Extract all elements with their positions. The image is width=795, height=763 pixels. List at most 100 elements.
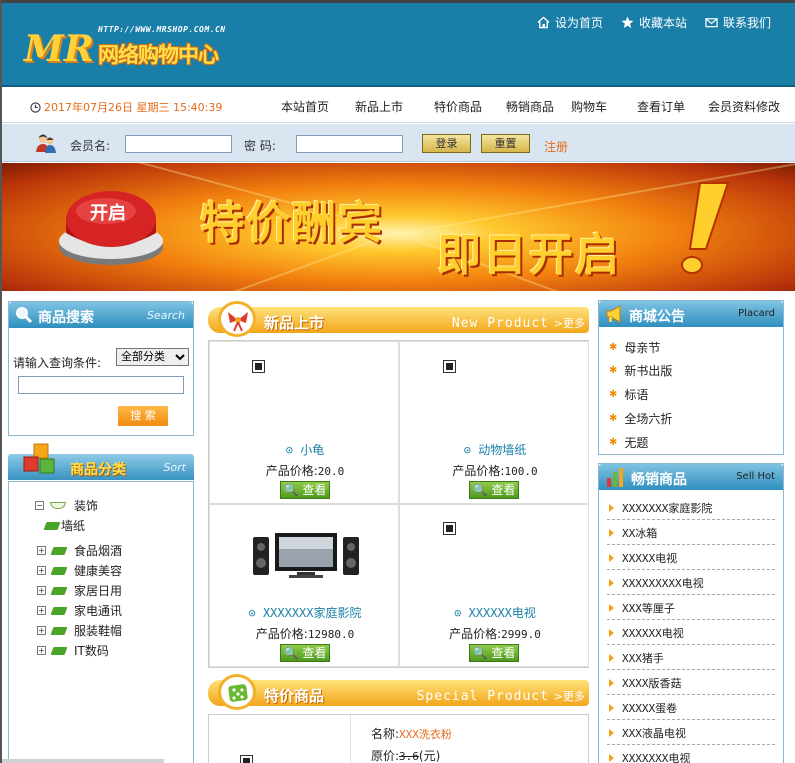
special-more-link[interactable]: >更多 (554, 688, 585, 704)
search-button[interactable]: 搜 索 (118, 406, 168, 426)
search-category-select[interactable]: 全部分类 (116, 348, 189, 366)
hot-item[interactable]: XXXXX蛋卷 (609, 700, 677, 716)
category-item[interactable]: + IT数码 (37, 642, 109, 659)
product-name-link[interactable]: ⊙ XXXXXXX家庭影院 (210, 604, 400, 621)
notice-title: 商城公告 (629, 309, 685, 325)
price-value: 12980.0 (307, 628, 355, 641)
collapse-icon[interactable]: − (35, 501, 44, 510)
hot-item-label: XXXXX电视 (622, 552, 678, 565)
category-label: 家居日用 (74, 584, 123, 598)
contact-link[interactable]: 联系我们 (705, 14, 771, 31)
folder-open-icon (50, 502, 66, 509)
hot-item-label: XXX液晶电视 (622, 727, 686, 740)
notice-item[interactable]: ✱ 全场六折 (609, 410, 672, 427)
hot-item[interactable]: XXXXXXX家庭影院 (609, 500, 712, 516)
view-button[interactable]: 🔍 查看 (280, 644, 330, 662)
nav-member-edit[interactable]: 会员资料修改 (708, 98, 780, 115)
category-label: 家电通讯 (74, 604, 123, 618)
expand-icon[interactable]: + (37, 606, 46, 615)
category-label: 健康美容 (74, 564, 123, 578)
broken-image-icon[interactable] (252, 360, 265, 373)
category-item[interactable]: + 服装鞋帽 (37, 622, 122, 639)
category-label: 食品烟酒 (74, 544, 123, 558)
category-decoration[interactable]: − 装饰 (35, 497, 98, 514)
notice-item[interactable]: ✱ 无题 (609, 434, 648, 451)
nav-orders[interactable]: 查看订单 (637, 98, 685, 115)
password-label: 密 码: (244, 139, 276, 153)
search-title-en: Search (146, 309, 185, 322)
category-label: 墙纸 (61, 519, 86, 533)
hot-item[interactable]: XXXXXX电视 (609, 625, 684, 641)
notice-item[interactable]: ✱ 母亲节 (609, 339, 660, 356)
hot-item[interactable]: XXXX版香菇 (609, 675, 682, 691)
view-button[interactable]: 🔍 查看 (469, 481, 519, 499)
product-price: 产品价格:2999.0 (400, 625, 590, 642)
expand-icon[interactable]: + (37, 546, 46, 555)
dashed-divider (607, 569, 775, 570)
leaf-icon (50, 626, 68, 635)
hot-item[interactable]: XXX猪手 (609, 650, 664, 666)
nav-home[interactable]: 本站首页 (281, 98, 329, 115)
expand-icon[interactable]: + (37, 626, 46, 635)
arrow-bullet-icon (609, 729, 614, 737)
broken-image-icon[interactable] (443, 360, 456, 373)
notice-panel: 商城公告 Placard ✱ 母亲节 ✱ 新书出版 ✱ 标语 ✱ 全场六折 ✱ 无题 (598, 300, 784, 455)
product-name-link[interactable]: ⊙ 动物墙纸 (400, 441, 590, 458)
product-name-link[interactable]: ⊙ 小龟 (210, 441, 400, 458)
nav-hot[interactable]: 畅销商品 (506, 98, 554, 115)
reset-button[interactable]: 重置 (481, 134, 530, 153)
cubes-icon (23, 443, 55, 474)
hot-header: 畅销商品 Sell Hot (599, 464, 783, 490)
notice-item[interactable]: ✱ 标语 (609, 386, 648, 403)
bullet-icon: ✱ (609, 437, 618, 448)
site-logo[interactable]: MR HTTP://WWW.MRSHOP.COM.CN 网络购物中心 (24, 25, 269, 71)
horizontal-scrollbar[interactable] (2, 759, 164, 763)
star-icon (621, 16, 634, 29)
nav-cart[interactable]: 购物车 (571, 98, 607, 115)
search-panel: 商品搜索 Search 请输入查询条件: 全部分类 搜 索 (8, 301, 194, 436)
hot-item[interactable]: XX冰箱 (609, 525, 657, 541)
hot-item[interactable]: XXXXXXX电视 (609, 750, 690, 763)
category-panel: − 装饰 墙纸 + 食品烟酒 + 健康美容 + 家居日用 + 家电通讯 + 服装鞋帽 + I… (8, 481, 194, 763)
price-label: 产品价格: (255, 627, 308, 641)
price-value: 20.0 (317, 465, 345, 478)
home-theater-image[interactable] (251, 531, 361, 581)
nav-special[interactable]: 特价商品 (434, 98, 482, 115)
dashed-divider (607, 719, 775, 720)
login-button[interactable]: 登录 (422, 134, 471, 153)
broken-image-icon[interactable] (240, 755, 253, 763)
category-item[interactable]: + 食品烟酒 (37, 542, 122, 559)
category-header: 商品分类 Sort (8, 443, 194, 480)
broken-image-icon[interactable] (443, 522, 456, 535)
hot-item[interactable]: XXXXXXXXX电视 (609, 575, 704, 591)
hot-item[interactable]: XXX等厘子 (609, 600, 675, 616)
leaf-icon (50, 606, 68, 615)
member-name-input[interactable] (125, 135, 232, 153)
notice-header: 商城公告 Placard (599, 301, 783, 327)
password-input[interactable] (296, 135, 403, 153)
new-products-more-link[interactable]: >更多 (554, 315, 585, 331)
expand-icon[interactable]: + (37, 566, 46, 575)
expand-icon[interactable]: + (37, 646, 46, 655)
search-input[interactable] (18, 376, 184, 394)
expand-icon[interactable]: + (37, 586, 46, 595)
hot-item[interactable]: XXX液晶电视 (609, 725, 686, 741)
special-name[interactable]: XXX洗衣粉 (399, 728, 452, 741)
bookmark-link[interactable]: 收藏本站 (621, 14, 687, 31)
product-name-link[interactable]: ⊙ XXXXXX电视 (400, 604, 590, 621)
hot-item[interactable]: XXXXX电视 (609, 550, 677, 566)
promo-banner[interactable]: 开启 特价酬宾 即日开启 (2, 163, 795, 291)
view-button[interactable]: 🔍 查看 (280, 481, 330, 499)
category-wallpaper[interactable]: 墙纸 (43, 517, 86, 534)
site-header: MR HTTP://WWW.MRSHOP.COM.CN 网络购物中心 设为首页 … (2, 3, 795, 87)
set-homepage-link[interactable]: 设为首页 (537, 14, 603, 31)
view-button[interactable]: 🔍 查看 (469, 644, 519, 662)
category-item[interactable]: + 家电通讯 (37, 602, 122, 619)
hot-title: 畅销商品 (631, 472, 687, 488)
notice-item[interactable]: ✱ 新书出版 (609, 362, 672, 379)
category-item[interactable]: + 家居日用 (37, 582, 122, 599)
nav-new-products[interactable]: 新品上市 (355, 98, 403, 115)
category-item[interactable]: + 健康美容 (37, 562, 122, 579)
register-link[interactable]: 注册 (544, 138, 568, 155)
product-name: 动物墙纸 (478, 443, 527, 457)
